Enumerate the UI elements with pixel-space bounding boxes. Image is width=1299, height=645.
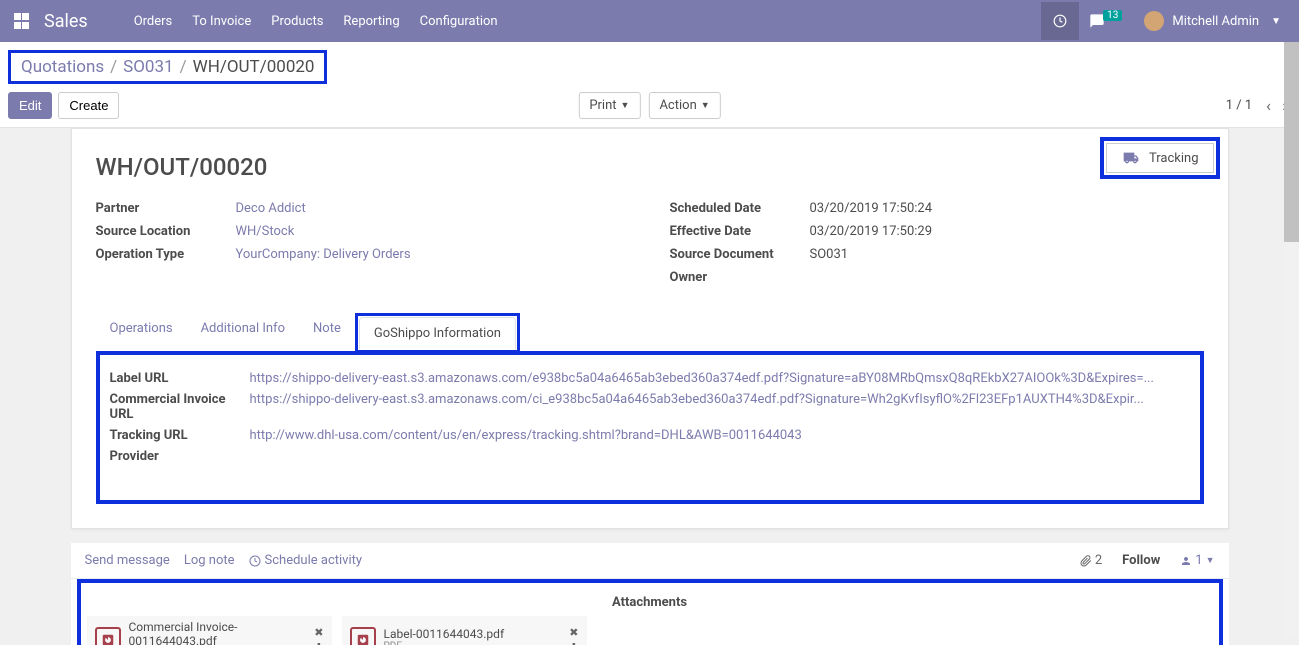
field-value-source-document: SO031 <box>810 247 849 262</box>
attachments-title: Attachments <box>87 589 1213 616</box>
chatter: Send message Log note Schedule activity … <box>71 543 1229 645</box>
nav-link-to-invoice[interactable]: To Invoice <box>182 2 261 41</box>
breadcrumb-sep: / <box>110 57 117 77</box>
form-sheet: Tracking WH/OUT/00020 PartnerDeco Addict… <box>71 128 1229 529</box>
pdf-icon <box>95 627 121 645</box>
download-attachment-icon[interactable]: ⬇ <box>569 641 578 645</box>
tab-additional-info[interactable]: Additional Info <box>187 313 299 353</box>
field-value-scheduled-date: 03/20/2019 17:50:24 <box>810 201 933 216</box>
app-title[interactable]: Sales <box>44 11 88 32</box>
truck-icon <box>1121 150 1141 166</box>
tracking-button[interactable]: Tracking <box>1106 143 1214 173</box>
field-label: Scheduled Date <box>670 201 810 216</box>
follower-count[interactable]: 1 ▼ <box>1180 553 1214 568</box>
edit-button[interactable]: Edit <box>8 92 52 119</box>
clock-icon[interactable] <box>1041 2 1079 40</box>
field-value-partner[interactable]: Deco Addict <box>236 201 306 216</box>
shippo-label-url[interactable]: https://shippo-delivery-east.s3.amazonaw… <box>250 371 1190 386</box>
clock-icon <box>249 555 261 567</box>
attachment-name: Commercial Invoice-0011644043.pdf <box>129 620 307 645</box>
field-value-operation-type[interactable]: YourCompany: Delivery Orders <box>236 247 411 262</box>
field-label: Source Document <box>670 247 810 262</box>
field-value-source-location[interactable]: WH/Stock <box>236 224 295 239</box>
attachment-name: Label-0011644043.pdf <box>384 627 505 641</box>
action-dropdown[interactable]: Action▼ <box>648 92 720 119</box>
pager-text: 1 / 1 <box>1226 98 1252 113</box>
attachment-type: PDF <box>384 641 505 645</box>
shippo-label: Provider <box>110 449 250 464</box>
download-attachment-icon[interactable]: ⬇ <box>314 641 323 645</box>
breadcrumb-sep: / <box>180 57 187 77</box>
tab-operations[interactable]: Operations <box>96 313 187 353</box>
top-right: 13 Mitchell Admin ▼ <box>1041 2 1291 40</box>
log-note-link[interactable]: Log note <box>184 553 235 568</box>
user-menu[interactable]: Mitchell Admin ▼ <box>1134 11 1291 31</box>
breadcrumb: Quotations / SO031 / WH/OUT/00020 <box>8 50 327 84</box>
content-area: Tracking WH/OUT/00020 PartnerDeco Addict… <box>0 128 1299 645</box>
tab-goshippo[interactable]: GoShippo Information <box>359 317 516 350</box>
attachments-box: Attachments Commercial Invoice-001164404… <box>77 579 1223 645</box>
shippo-label: Label URL <box>110 371 250 386</box>
breadcrumb-link[interactable]: Quotations <box>21 57 104 77</box>
field-value-effective-date: 03/20/2019 17:50:29 <box>810 224 933 239</box>
nav-link-products[interactable]: Products <box>261 2 333 41</box>
shippo-tracking-url[interactable]: http://www.dhl-usa.com/content/us/en/exp… <box>250 428 1190 443</box>
nav-link-configuration[interactable]: Configuration <box>410 2 508 41</box>
follow-button[interactable]: Follow <box>1122 553 1160 568</box>
shippo-commercial-invoice-url[interactable]: https://shippo-delivery-east.s3.amazonaw… <box>250 392 1190 422</box>
avatar <box>1144 11 1164 31</box>
print-dropdown[interactable]: Print▼ <box>578 92 640 119</box>
field-label: Partner <box>96 201 236 216</box>
page-title: WH/OUT/00020 <box>96 153 1204 181</box>
top-nav: Sales Orders To Invoice Products Reporti… <box>0 0 1299 42</box>
create-button[interactable]: Create <box>58 92 119 119</box>
attachment-count[interactable]: 2 <box>1080 553 1102 568</box>
caret-down-icon: ▼ <box>1271 16 1281 27</box>
nav-links: Orders To Invoice Products Reporting Con… <box>124 2 508 41</box>
paperclip-icon <box>1080 555 1092 567</box>
scrollbar-thumb[interactable] <box>1284 42 1299 242</box>
shippo-label: Commercial Invoice URL <box>110 392 250 422</box>
shippo-label: Tracking URL <box>110 428 250 443</box>
shippo-provider <box>250 449 1190 464</box>
attachment-item[interactable]: Commercial Invoice-0011644043.pdf PDF ✖ … <box>87 616 332 645</box>
person-icon <box>1180 555 1192 567</box>
pdf-icon <box>350 627 376 645</box>
attachment-item[interactable]: Label-0011644043.pdf PDF ✖ ⬇ <box>342 616 587 645</box>
chat-icon[interactable]: 13 <box>1079 3 1134 39</box>
tab-note[interactable]: Note <box>299 313 355 353</box>
toolbar: Edit Create Print▼ Action▼ 1 / 1 ‹ › <box>8 92 1291 119</box>
pager-prev[interactable]: ‹ <box>1262 96 1275 115</box>
breadcrumb-link[interactable]: SO031 <box>123 57 173 77</box>
field-label: Operation Type <box>96 247 236 262</box>
sub-header: Quotations / SO031 / WH/OUT/00020 Edit C… <box>0 42 1299 128</box>
field-label: Source Location <box>96 224 236 239</box>
tabs: Operations Additional Info Note GoShippo… <box>96 313 1204 354</box>
tracking-label: Tracking <box>1149 151 1199 166</box>
send-message-link[interactable]: Send message <box>85 553 170 568</box>
chat-badge: 13 <box>1103 10 1122 21</box>
nav-link-orders[interactable]: Orders <box>124 2 183 41</box>
scrollbar-track[interactable] <box>1284 42 1299 637</box>
tracking-button-wrap: Tracking <box>1100 137 1220 179</box>
user-name: Mitchell Admin <box>1172 14 1259 29</box>
schedule-activity-link[interactable]: Schedule activity <box>249 553 363 568</box>
field-label: Effective Date <box>670 224 810 239</box>
nav-link-reporting[interactable]: Reporting <box>333 2 409 41</box>
field-label: Owner <box>670 270 810 285</box>
apps-icon[interactable] <box>14 13 30 29</box>
goshippo-panel: Label URLhttps://shippo-delivery-east.s3… <box>96 351 1204 504</box>
breadcrumb-current: WH/OUT/00020 <box>193 57 315 77</box>
